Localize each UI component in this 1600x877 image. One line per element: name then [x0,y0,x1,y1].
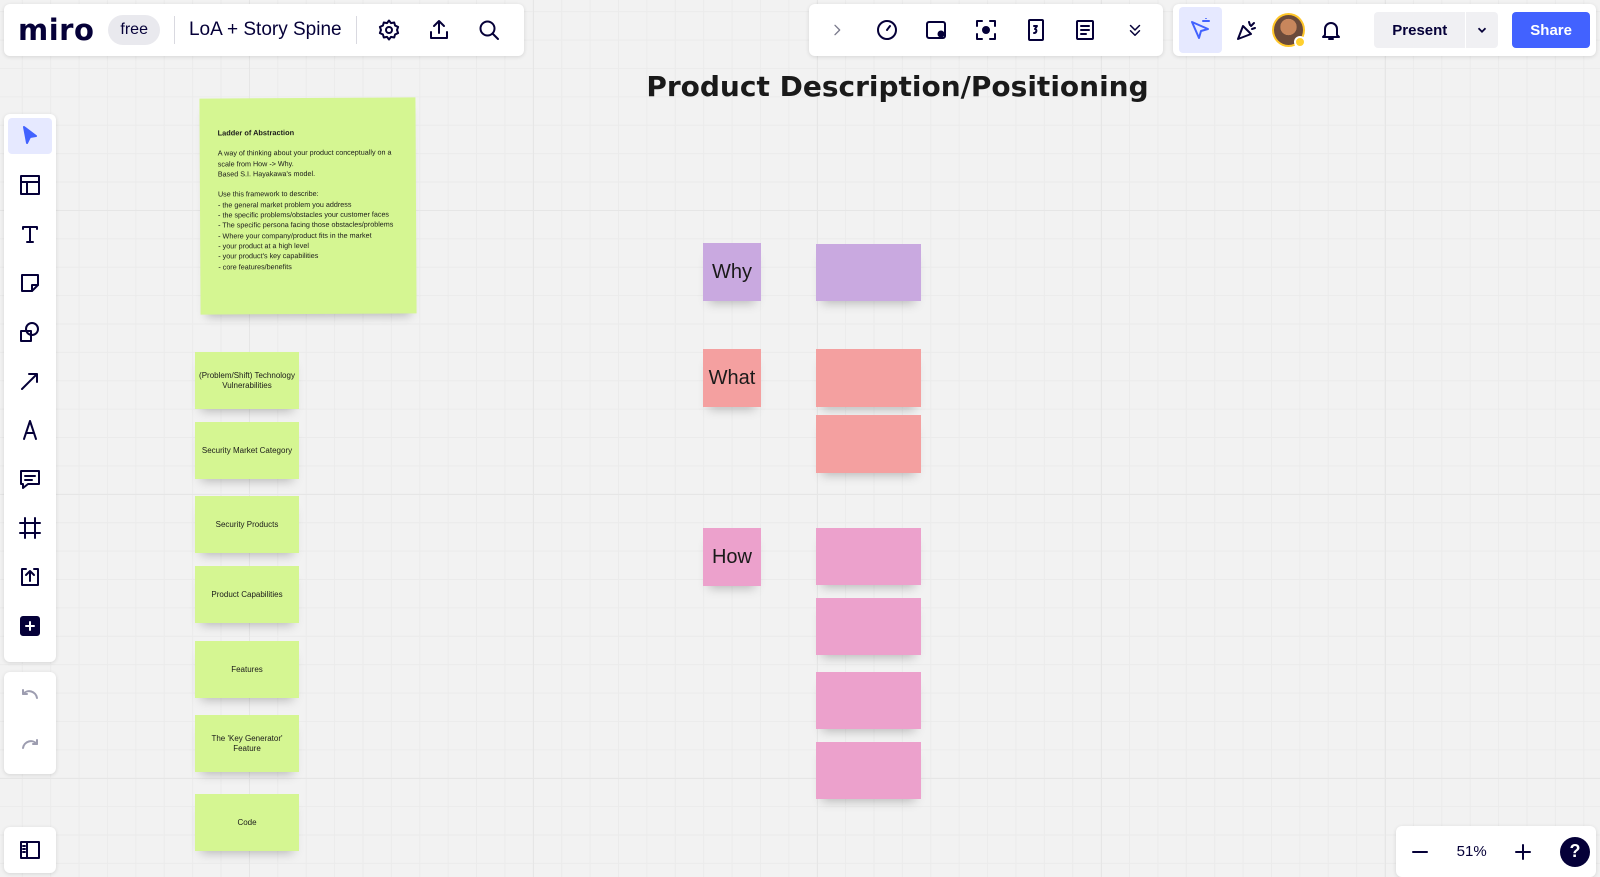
note-title: Ladder of Abstraction [217,128,295,138]
note-body: A way of thinking about your product con… [217,147,394,272]
shapes-icon[interactable] [8,314,52,350]
plan-badge[interactable]: free [108,15,160,45]
attention-focus-icon[interactable] [968,12,1004,48]
sticky-note-how[interactable]: How [703,528,761,586]
sticky-note-market-category[interactable]: Security Market Category [195,422,299,479]
undo-icon[interactable] [12,680,48,716]
board-title[interactable]: LoA + Story Spine [189,19,342,41]
board-header: miro free LoA + Story Spine [4,4,524,56]
sticky-note-why[interactable]: Why [703,243,761,301]
ladder-of-abstraction-note[interactable]: Ladder of Abstraction A way of thinking … [199,97,417,315]
sticky-note-why-blank[interactable] [816,244,921,301]
sidebar-panel-icon[interactable] [12,832,48,868]
sticky-note-capabilities[interactable]: Product Capabilities [195,566,299,623]
notes-icon[interactable] [1067,12,1103,48]
sticky-note-key-generator[interactable]: The 'Key Generator' Feature [195,715,299,772]
reactions-party-icon[interactable] [1230,12,1265,48]
zoom-in-plus-icon[interactable] [1505,834,1541,870]
present-group: Present [1374,12,1499,48]
sticky-note-how-blank[interactable] [816,672,921,729]
board-heading[interactable]: Product Description/Positioning [600,70,1195,103]
export-upload-icon[interactable] [421,12,457,48]
sticky-note-what-blank[interactable] [816,349,921,407]
share-toolbar: Present Share [1173,4,1596,56]
sticky-note-what[interactable]: What [703,349,761,407]
sticky-note-how-blank[interactable] [816,598,921,655]
divider [355,16,357,44]
pen-icon[interactable] [8,412,52,448]
sticky-note-features[interactable]: Features [195,641,299,698]
zoom-level[interactable]: 51% [1457,843,1487,860]
board-panel-toggle [4,827,56,873]
more-apps-plus-icon[interactable] [8,608,52,644]
chevron-down-icon[interactable] [1466,12,1498,48]
sticky-note-problem[interactable]: (Problem/Shift) Technology Vulnerabiliti… [195,352,299,409]
divider [173,16,175,44]
templates-icon[interactable] [8,167,52,203]
sticky-note-code[interactable]: Code [195,794,299,851]
redo-icon[interactable] [12,730,48,766]
frame-icon[interactable] [8,510,52,546]
zoom-controls: 51% ? [1396,826,1596,877]
sticky-note-how-blank[interactable] [816,528,921,585]
text-tool-icon[interactable] [8,216,52,252]
zoom-out-minus-icon[interactable] [1402,834,1438,870]
search-icon[interactable] [471,12,507,48]
video-chat-icon[interactable] [918,12,954,48]
chevron-right-icon[interactable] [819,12,855,48]
cursor-collaboration-icon[interactable] [1179,7,1222,53]
status-dot [1294,36,1307,48]
user-avatar[interactable] [1272,13,1307,48]
select-cursor-icon[interactable] [8,118,52,154]
comment-icon[interactable] [8,461,52,497]
miro-logo[interactable]: miro [18,13,94,47]
sticky-note-how-blank[interactable] [816,742,921,799]
creation-toolbar [4,114,56,662]
notifications-bell-icon[interactable] [1313,12,1348,48]
sticky-note-icon[interactable] [8,265,52,301]
double-chevron-down-icon[interactable] [1117,12,1153,48]
sticky-note-what-blank[interactable] [816,415,921,473]
upload-icon[interactable] [8,559,52,595]
timer-icon[interactable] [869,12,905,48]
history-panel [4,672,56,774]
voting-icon[interactable] [1018,12,1054,48]
help-button[interactable]: ? [1560,836,1590,867]
share-button[interactable]: Share [1512,12,1590,48]
connection-line-icon[interactable] [8,363,52,399]
present-button[interactable]: Present [1374,22,1465,39]
collaboration-toolbar [809,4,1163,56]
sticky-note-products[interactable]: Security Products [195,496,299,553]
settings-gear-icon[interactable] [371,12,407,48]
